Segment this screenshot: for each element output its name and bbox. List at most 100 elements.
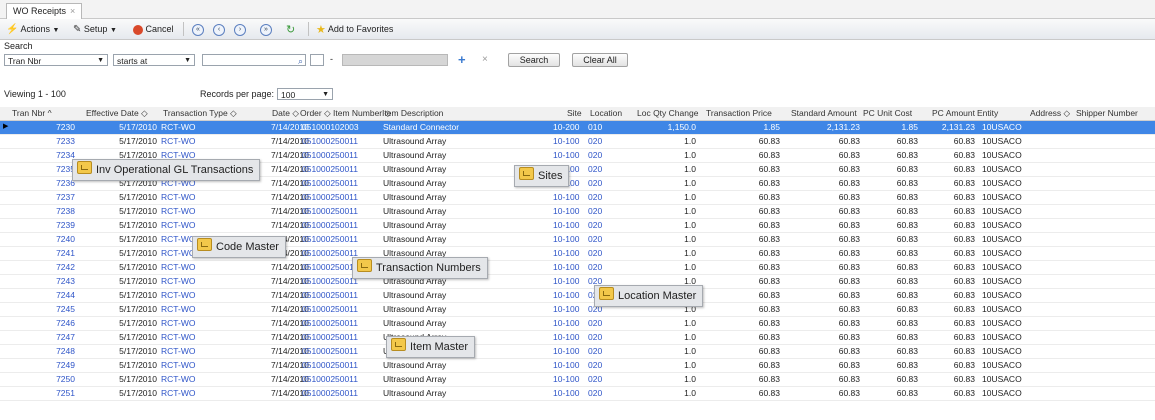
search-operator-select[interactable]: starts at ▼ xyxy=(113,54,195,66)
column-header[interactable]: Tran Nbr ^ xyxy=(12,108,52,118)
cell-type[interactable]: RCT-WO xyxy=(161,192,195,202)
cell-site[interactable]: 10-100 xyxy=(553,276,579,286)
cell-tran[interactable]: 7250 xyxy=(56,374,75,384)
cell-site[interactable]: 10-100 xyxy=(553,304,579,314)
cell-loc[interactable]: 020 xyxy=(588,332,602,342)
cell-type[interactable]: RCT-WO xyxy=(161,248,195,258)
table-row[interactable]: 7250 5/17/2010 RCT-WO 7/14/2010 0510002 50011… xyxy=(0,373,1155,387)
cell-item[interactable]: 50011 xyxy=(335,360,358,370)
tab-wo-receipts[interactable]: WO Receipts × xyxy=(6,3,83,19)
column-header[interactable]: Effective Date ◇ xyxy=(86,108,148,119)
cell-tran[interactable]: 7243 xyxy=(56,276,75,286)
cell-tran[interactable]: 7249 xyxy=(56,360,75,370)
cell-tran[interactable]: 7233 xyxy=(56,136,75,146)
add-criteria-icon[interactable]: + xyxy=(458,52,466,67)
cell-order[interactable]: 0510002 xyxy=(302,178,335,188)
add-to-favorites-button[interactable]: ★ Add to Favorites xyxy=(316,22,393,36)
cell-item[interactable]: 50011 xyxy=(335,234,358,244)
cell-item[interactable]: 50011 xyxy=(335,346,358,356)
cell-item[interactable]: 50011 xyxy=(335,290,358,300)
cell-type[interactable]: RCT-WO xyxy=(161,290,195,300)
table-row[interactable]: 7245 5/17/2010 RCT-WO 7/14/2010 0510002 50011… xyxy=(0,303,1155,317)
cell-order[interactable]: 0510002 xyxy=(302,164,335,174)
cell-loc[interactable]: 020 xyxy=(588,206,602,216)
cell-tran[interactable]: 7238 xyxy=(56,206,75,216)
cell-site[interactable]: 10-100 xyxy=(553,360,579,370)
cell-order[interactable]: 0510002 xyxy=(302,206,335,216)
lookup-button[interactable] xyxy=(310,54,324,66)
cell-loc[interactable]: 020 xyxy=(588,234,602,244)
previous-record-button[interactable]: ‹ xyxy=(213,22,225,36)
cell-item[interactable]: 50011 xyxy=(335,374,358,384)
table-row[interactable]: 7243 5/17/2010 RCT-WO 7/14/2010 0510002 50011… xyxy=(0,275,1155,289)
cell-item[interactable]: 50011 xyxy=(335,220,358,230)
cell-item[interactable]: 50011 xyxy=(335,192,358,202)
table-row[interactable]: 7247 5/17/2010 RCT-WO 7/14/2010 0510002 50011… xyxy=(0,331,1155,345)
cell-order[interactable]: 0510002 xyxy=(302,136,335,146)
cell-type[interactable]: RCT-WO xyxy=(161,136,195,146)
column-header[interactable]: Transaction Price xyxy=(706,108,772,118)
search-field-select[interactable]: Tran Nbr ▼ xyxy=(4,54,108,66)
cell-item[interactable]: 50011 xyxy=(335,136,358,146)
cell-type[interactable]: RCT-WO xyxy=(161,206,195,216)
cell-type[interactable]: RCT-WO xyxy=(161,234,195,244)
cell-tran[interactable]: 7247 xyxy=(56,332,75,342)
column-header[interactable]: PC Unit Cost xyxy=(863,108,912,118)
table-row[interactable]: 7249 5/17/2010 RCT-WO 7/14/2010 0510002 50011… xyxy=(0,359,1155,373)
cell-loc[interactable]: 020 xyxy=(588,248,602,258)
cell-site[interactable]: 10-100 xyxy=(553,346,579,356)
table-row[interactable]: 7240 5/17/2010 RCT-WO 7/14/2010 0510002 50011… xyxy=(0,233,1155,247)
cell-item[interactable]: 50011 xyxy=(335,388,358,398)
setup-menu[interactable]: ✎ Setup ▼ xyxy=(73,22,117,36)
column-header[interactable]: Standard Amount xyxy=(791,108,857,118)
cell-loc[interactable]: 020 xyxy=(588,346,602,356)
search-button[interactable]: Search xyxy=(508,53,560,67)
cell-type[interactable]: RCT-WO xyxy=(161,374,195,384)
column-header[interactable]: Address ◇ xyxy=(1030,108,1070,119)
cell-order[interactable]: 0510001 xyxy=(302,122,335,132)
cell-loc[interactable]: 020 xyxy=(588,360,602,370)
lookup-icon[interactable]: ⌕ xyxy=(298,55,303,67)
cell-type[interactable]: RCT-WO xyxy=(161,360,195,370)
cell-type[interactable]: RCT-WO xyxy=(161,332,195,342)
cell-loc[interactable]: 020 xyxy=(588,178,602,188)
cell-site[interactable]: 10-200 xyxy=(553,122,579,132)
table-row[interactable]: 7244 5/17/2010 RCT-WO 7/14/2010 0510002 50011… xyxy=(0,289,1155,303)
cell-order[interactable]: 0510002 xyxy=(302,192,335,202)
cell-order[interactable]: 0510002 xyxy=(302,346,335,356)
cell-item[interactable]: 50011 xyxy=(335,164,358,174)
cell-tran[interactable]: 7248 xyxy=(56,346,75,356)
cell-order[interactable]: 0510002 xyxy=(302,318,335,328)
clear-all-button[interactable]: Clear All xyxy=(572,53,628,67)
cell-site[interactable]: 10-100 xyxy=(553,136,579,146)
cell-type[interactable]: RCT-WO xyxy=(161,318,195,328)
cell-item[interactable]: 50011 xyxy=(335,178,358,188)
cell-tran[interactable]: 7244 xyxy=(56,290,75,300)
cell-tran[interactable]: 7242 xyxy=(56,262,75,272)
cell-loc[interactable]: 020 xyxy=(588,136,602,146)
cell-order[interactable]: 0510002 xyxy=(302,276,335,286)
cell-type[interactable]: RCT-WO xyxy=(161,276,195,286)
cell-order[interactable]: 0510002 xyxy=(302,248,335,258)
cell-site[interactable]: 10-100 xyxy=(553,234,579,244)
next-record-button[interactable]: › xyxy=(234,22,246,36)
cell-tran[interactable]: 7241 xyxy=(56,248,75,258)
column-header[interactable]: PC Amount xyxy=(932,108,975,118)
cell-order[interactable]: 0510002 xyxy=(302,304,335,314)
cell-order[interactable]: 0510002 xyxy=(302,360,335,370)
first-record-button[interactable]: « xyxy=(192,22,204,36)
column-header[interactable]: Order ◇ xyxy=(300,108,331,119)
cell-type[interactable]: RCT-WO xyxy=(161,304,195,314)
cell-site[interactable]: 10-100 xyxy=(553,388,579,398)
cell-item[interactable]: 50011 xyxy=(335,332,358,342)
cell-tran[interactable]: 7230 xyxy=(56,122,75,132)
cell-site[interactable]: 10-100 xyxy=(553,150,579,160)
column-header[interactable]: Location xyxy=(590,108,622,118)
table-row[interactable]: 7238 5/17/2010 RCT-WO 7/14/2010 0510002 50011… xyxy=(0,205,1155,219)
cell-type[interactable]: RCT-WO xyxy=(161,220,195,230)
cell-loc[interactable]: 020 xyxy=(588,388,602,398)
column-header[interactable]: Shipper Number xyxy=(1076,108,1138,118)
last-record-button[interactable]: » xyxy=(260,22,272,36)
cell-loc[interactable]: 010 xyxy=(588,122,602,132)
cell-order[interactable]: 0510002 xyxy=(302,290,335,300)
